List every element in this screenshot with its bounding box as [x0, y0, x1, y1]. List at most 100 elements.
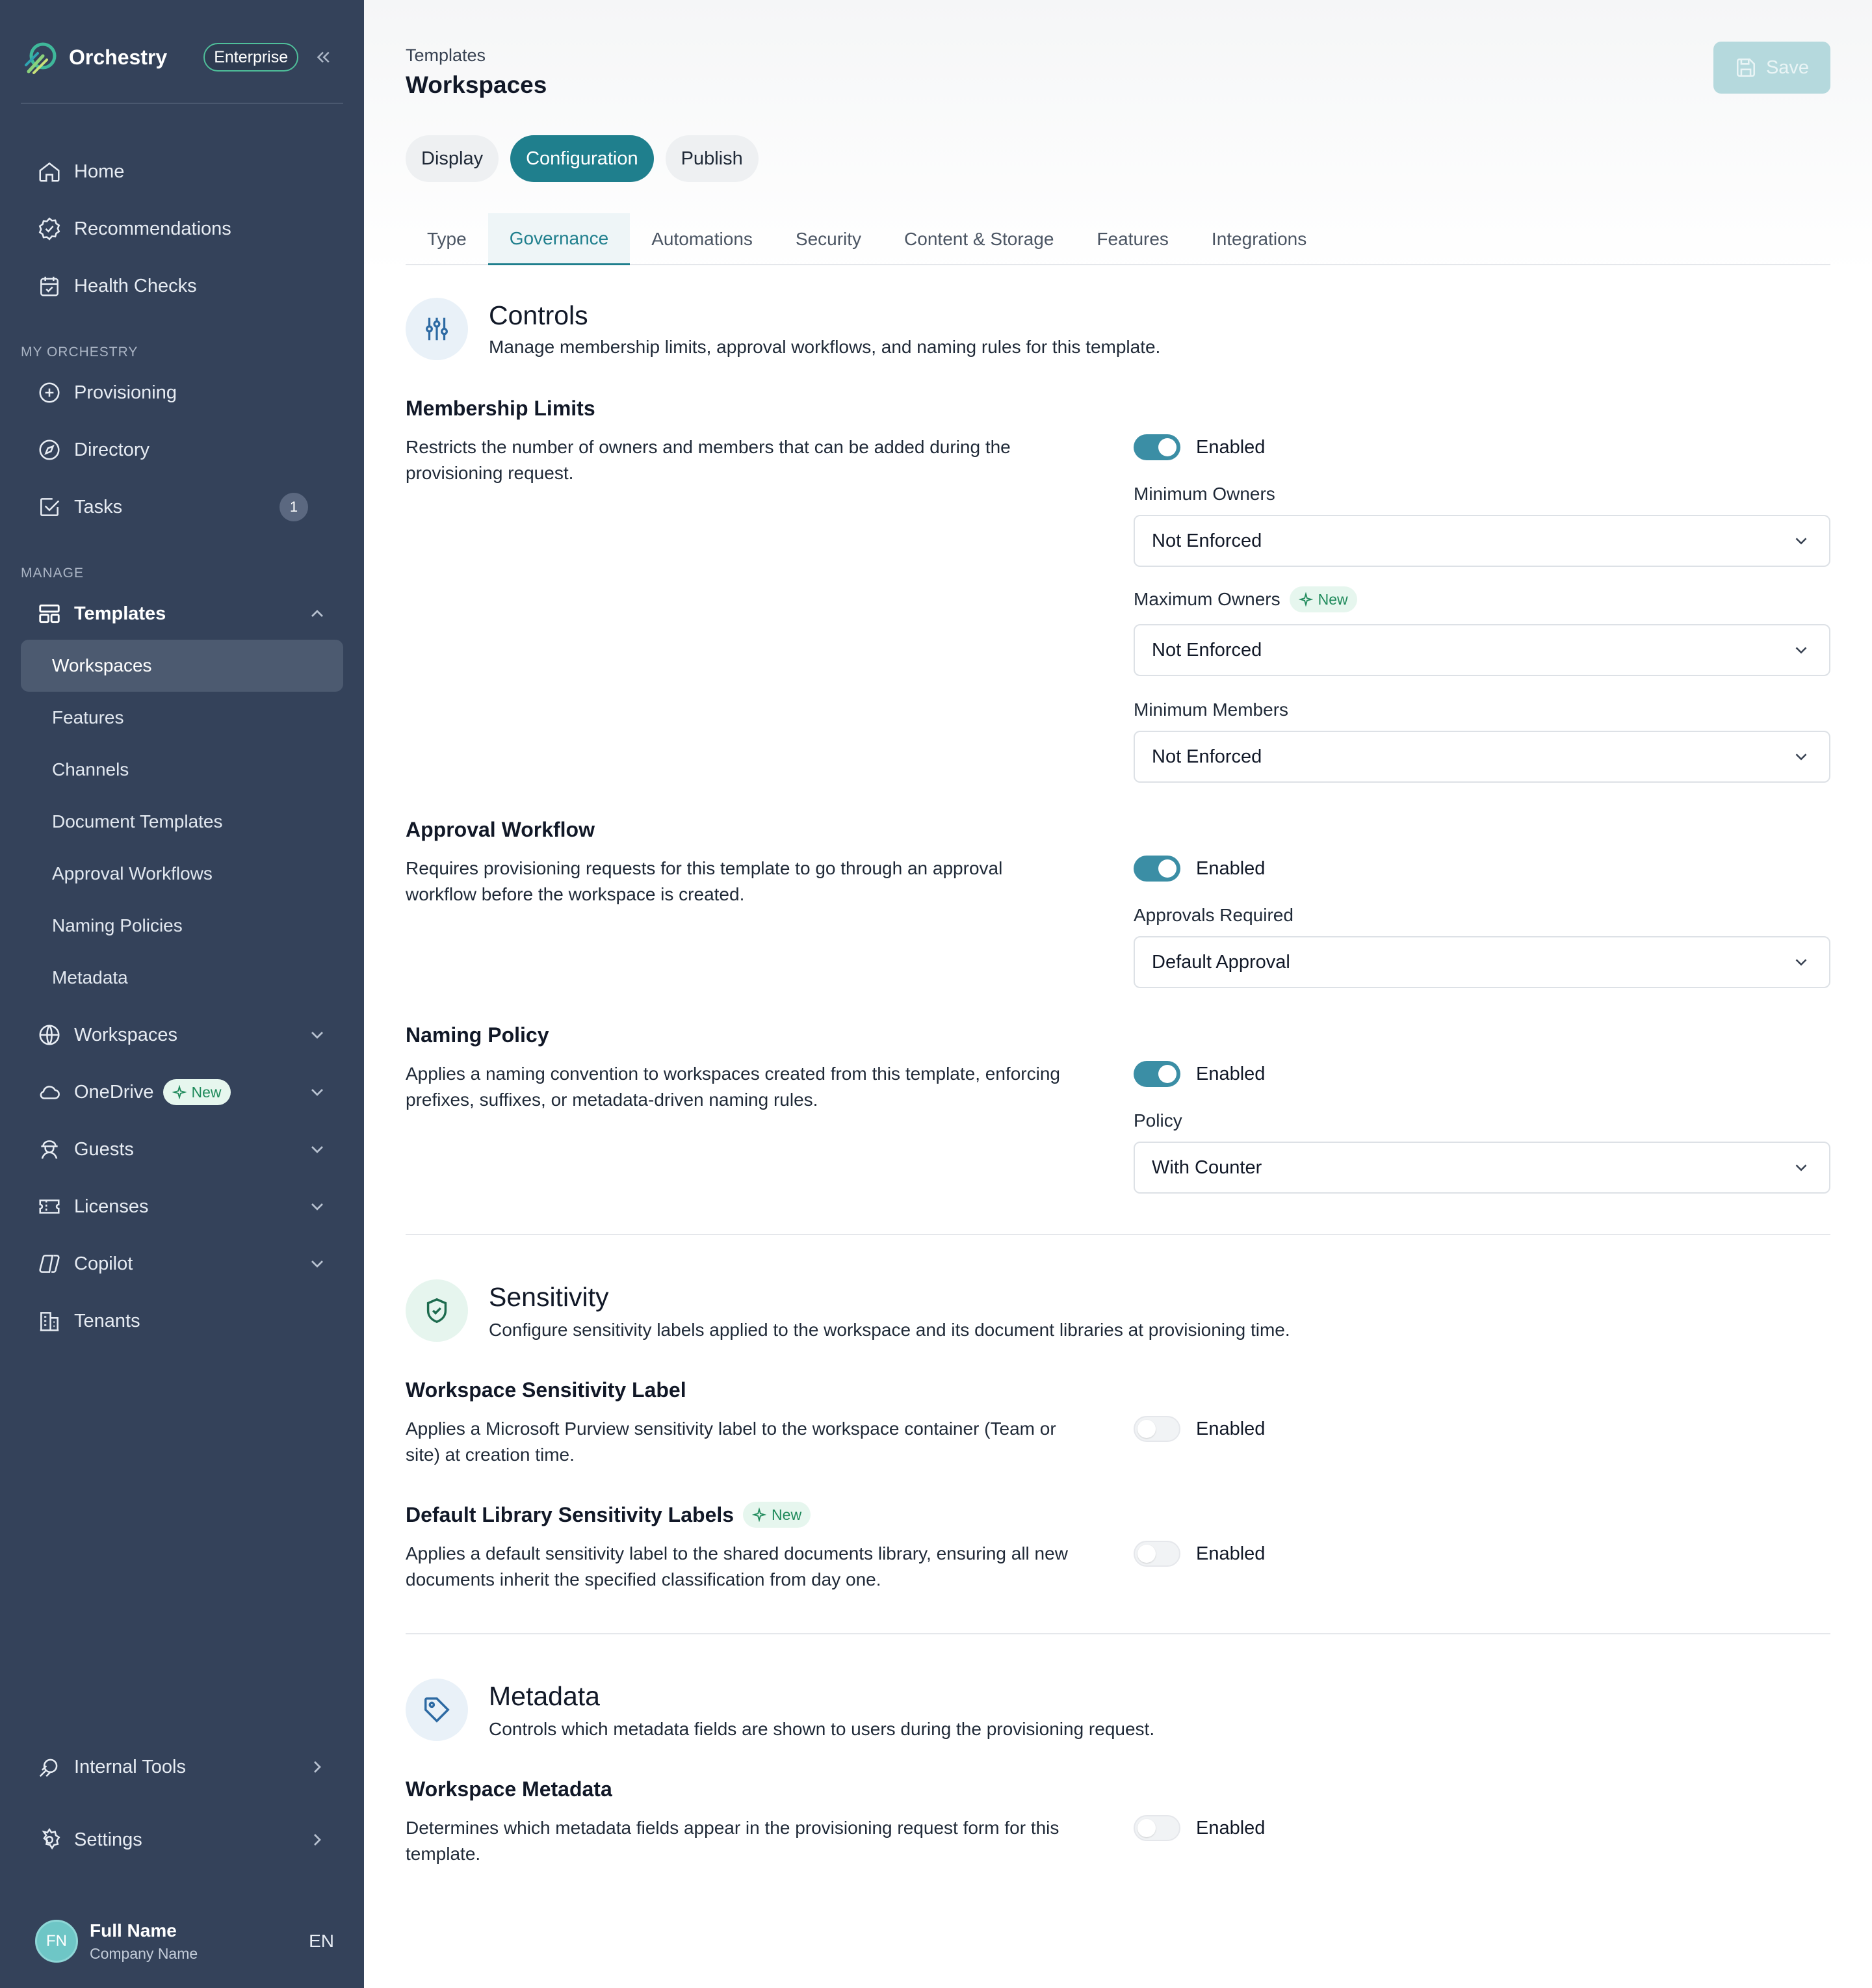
sidebar-item-templates[interactable]: Templates — [21, 588, 343, 640]
chevron-down-icon — [311, 1146, 323, 1153]
tab-governance[interactable]: Governance — [488, 213, 630, 265]
policy-value: With Counter — [1152, 1157, 1262, 1178]
cloud-icon — [36, 1079, 62, 1105]
library-sensitivity-labels-toggle-label: Enabled — [1196, 1543, 1266, 1564]
sub-item-channels[interactable]: Channels — [21, 744, 343, 796]
tab-type[interactable]: Type — [406, 213, 488, 265]
min-members-value: Not Enforced — [1152, 746, 1262, 767]
sub-item-features[interactable]: Features — [21, 692, 343, 744]
sidebar-item-label: Home — [74, 161, 125, 182]
min-owners-select[interactable]: Not Enforced — [1134, 515, 1830, 567]
shield-check-icon — [406, 1279, 468, 1342]
approvals-required-value: Default Approval — [1152, 951, 1290, 973]
chevron-down-icon — [311, 1261, 323, 1268]
workspace-sensitivity-label-desc: Applies a Microsoft Purview sensitivity … — [406, 1419, 1056, 1465]
pill-tab-publish[interactable]: Publish — [665, 135, 759, 182]
sidebar-item-health-checks[interactable]: Health Checks — [21, 260, 343, 312]
sidebar-item-label: Licenses — [74, 1196, 149, 1217]
language-selector[interactable]: EN — [309, 1931, 334, 1952]
sidebar-item-directory[interactable]: Directory — [21, 424, 343, 476]
tasks-count-badge: 1 — [280, 493, 308, 521]
badge-check-icon — [36, 216, 62, 242]
chevron-right-icon — [314, 1761, 321, 1773]
workspace-sensitivity-label-toggle[interactable] — [1134, 1416, 1180, 1442]
naming-policy-desc: Applies a naming convention to workspace… — [406, 1064, 1060, 1110]
sidebar-item-internal-tools[interactable]: Internal Tools — [21, 1741, 343, 1793]
sidebar-item-home[interactable]: Home — [21, 146, 343, 198]
sidebar-item-tenants[interactable]: Tenants — [21, 1295, 343, 1347]
sub-item-approval-workflows[interactable]: Approval Workflows — [21, 848, 343, 900]
layout-icon — [36, 601, 62, 627]
sidebar-item-recommendations[interactable]: Recommendations — [21, 203, 343, 255]
sidebar-item-label: Tasks — [74, 496, 123, 517]
chevron-down-icon — [1795, 538, 1807, 545]
new-badge-label: New — [1318, 590, 1348, 608]
sidebar-item-label: Internal Tools — [74, 1756, 186, 1777]
copilot-icon — [36, 1251, 62, 1277]
building-icon — [36, 1308, 62, 1334]
tab-integrations[interactable]: Integrations — [1190, 213, 1328, 265]
workspace-metadata-desc: Determines which metadata fields appear … — [406, 1818, 1060, 1864]
task-check-icon — [36, 494, 62, 520]
policy-label: Policy — [1134, 1110, 1182, 1131]
sidebar-item-provisioning[interactable]: Provisioning — [21, 367, 343, 419]
membership-limits-toggle[interactable] — [1134, 434, 1180, 460]
pill-tab-configuration[interactable]: Configuration — [510, 135, 654, 182]
sidebar-item-workspaces[interactable]: Workspaces — [21, 1009, 343, 1061]
section-divider — [406, 1234, 1830, 1235]
sidebar-item-label: Provisioning — [74, 382, 177, 403]
chevron-down-icon — [1795, 647, 1807, 654]
min-members-select[interactable]: Not Enforced — [1134, 731, 1830, 783]
guests-icon — [36, 1136, 62, 1162]
plus-circle-icon — [36, 380, 62, 406]
sidebar-item-settings[interactable]: Settings — [21, 1814, 343, 1866]
pill-tab-display[interactable]: Display — [406, 135, 499, 182]
library-sensitivity-labels-title: Default Library Sensitivity Labels — [406, 1502, 734, 1526]
calendar-check-icon — [36, 273, 62, 299]
save-button[interactable]: Save — [1713, 42, 1830, 94]
approvals-required-select[interactable]: Default Approval — [1134, 936, 1830, 988]
workspace-metadata-toggle-label: Enabled — [1196, 1818, 1266, 1838]
policy-select[interactable]: With Counter — [1134, 1142, 1830, 1194]
sub-item-document-templates[interactable]: Document Templates — [21, 796, 343, 848]
workspace-metadata-title: Workspace Metadata — [406, 1777, 612, 1801]
tab-content-storage[interactable]: Content & Storage — [883, 213, 1075, 265]
approval-workflow-toggle[interactable] — [1134, 856, 1180, 882]
max-owners-select[interactable]: Not Enforced — [1134, 624, 1830, 676]
tab-automations[interactable]: Automations — [630, 213, 774, 265]
new-badge: New — [743, 1502, 811, 1528]
naming-policy-toggle[interactable] — [1134, 1061, 1180, 1087]
sidebar-item-guests[interactable]: Guests — [21, 1123, 343, 1175]
chevron-down-icon — [311, 1032, 323, 1039]
max-owners-value: Not Enforced — [1152, 639, 1262, 660]
sidebar-item-tasks[interactable]: Tasks 1 — [21, 481, 343, 533]
membership-limits-desc: Restricts the number of owners and membe… — [406, 437, 1011, 483]
save-label: Save — [1765, 57, 1810, 78]
chevron-down-icon — [311, 1089, 323, 1096]
library-sensitivity-labels-toggle[interactable] — [1134, 1541, 1180, 1567]
main-content: Templates Workspaces Save Display Config… — [364, 0, 1872, 1988]
sidebar-item-licenses[interactable]: Licenses — [21, 1181, 343, 1233]
breadcrumb[interactable]: Templates — [406, 46, 486, 66]
sub-item-metadata[interactable]: Metadata — [21, 952, 343, 1004]
collapse-sidebar-icon[interactable] — [311, 46, 335, 69]
workspace-metadata-toggle[interactable] — [1134, 1815, 1180, 1841]
sub-item-workspaces[interactable]: Workspaces — [21, 640, 343, 692]
user-name: Full Name — [90, 1920, 177, 1941]
user-profile[interactable]: FN Full Name Company Name EN — [35, 1915, 334, 1967]
workspace-sensitivity-label-title: Workspace Sensitivity Label — [406, 1378, 686, 1402]
avatar: FN — [35, 1920, 78, 1963]
section-title-metadata: Metadata — [489, 1681, 600, 1711]
chevron-down-icon — [1795, 959, 1807, 966]
plan-badge: Enterprise — [203, 43, 299, 72]
sub-item-naming-policies[interactable]: Naming Policies — [21, 900, 343, 952]
new-badge-label: New — [191, 1083, 222, 1101]
tab-features[interactable]: Features — [1075, 213, 1190, 265]
sidebar-item-copilot[interactable]: Copilot — [21, 1238, 343, 1290]
sidebar-item-label: Recommendations — [74, 218, 231, 239]
naming-policy-toggle-label: Enabled — [1196, 1064, 1266, 1084]
library-sensitivity-labels-title-row: Default Library Sensitivity Labels New — [406, 1502, 811, 1528]
sidebar-item-onedrive[interactable]: OneDrive New — [21, 1066, 343, 1118]
chevron-right-icon — [314, 1834, 321, 1846]
tab-security[interactable]: Security — [774, 213, 883, 265]
